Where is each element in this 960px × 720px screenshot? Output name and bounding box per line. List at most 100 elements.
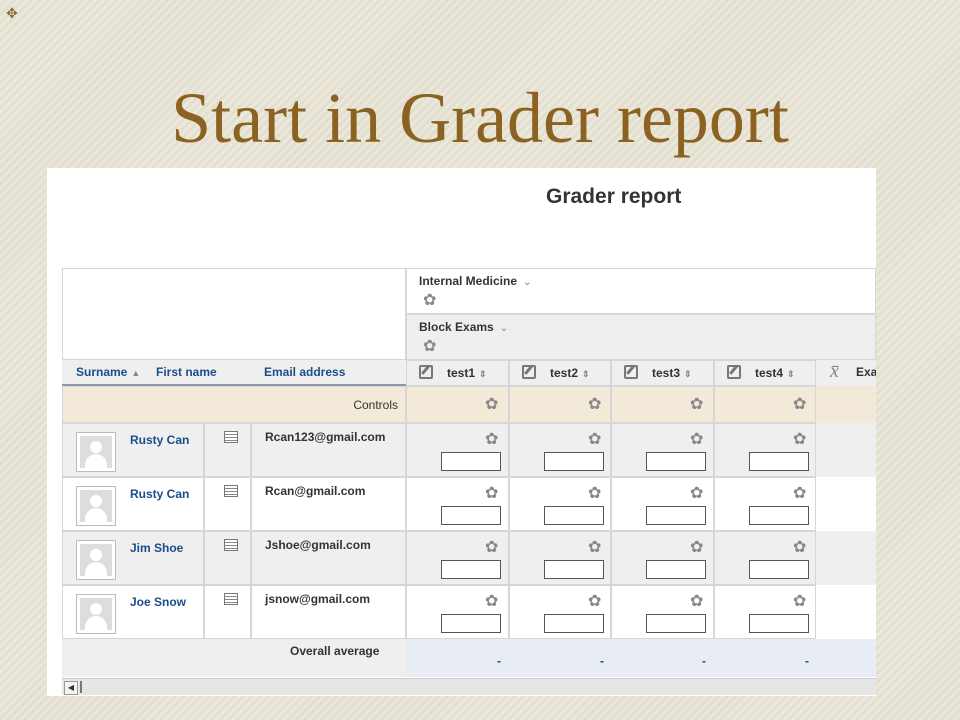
student-name-link[interactable]: Rusty Can [130,433,189,447]
edit-icon[interactable] [419,365,433,379]
gear-icon[interactable]: ✿ [588,397,601,413]
test-label[interactable]: test1 ⇕ [447,366,487,380]
controls-cell: ✿ [509,386,611,423]
grade-input[interactable] [544,560,604,579]
average-value: - [497,654,501,668]
grade-input[interactable] [544,506,604,525]
grade-input[interactable] [749,506,809,525]
gear-icon[interactable]: ✿ [793,432,806,448]
gear-icon[interactable]: ✿ [793,540,806,556]
grade-input[interactable] [441,452,501,471]
gear-icon[interactable]: ✿ [690,397,703,413]
gear-icon[interactable]: ✿ [485,594,498,610]
gear-icon[interactable]: ✿ [793,397,806,413]
gear-icon[interactable]: ✿ [588,540,601,556]
average-cell: - [509,639,611,677]
name-cell: Jim Shoe [62,531,204,585]
grade-cell: ✿ [509,531,611,585]
grade-cell: ✿ [406,477,509,531]
test-header[interactable]: test1 ⇕ [406,360,509,386]
edit-icon[interactable] [522,365,536,379]
test-label[interactable]: test4 ⇕ [755,366,795,380]
user-avatar-icon[interactable] [76,432,116,472]
user-avatar-icon[interactable] [76,486,116,526]
user-report-icon[interactable] [224,539,238,551]
gear-icon[interactable]: ✿ [485,486,498,502]
grade-input[interactable] [544,452,604,471]
gear-icon[interactable]: ✿ [423,339,436,355]
scroll-thumb[interactable] [80,681,82,693]
mean-icon: x̄ [830,360,839,382]
total-cell [816,477,876,531]
gear-icon[interactable]: ✿ [423,293,436,309]
grade-input[interactable] [646,452,706,471]
grade-input[interactable] [646,506,706,525]
gear-icon[interactable]: ✿ [485,540,498,556]
sort-icon[interactable]: ⇕ [684,369,692,379]
grade-input[interactable] [441,614,501,633]
gear-icon[interactable]: ✿ [588,486,601,502]
scroll-left-icon[interactable]: ◀ [64,681,78,695]
average-cell: - [611,639,714,677]
sort-firstname-link[interactable]: First name [156,365,217,379]
gear-icon[interactable]: ✿ [793,486,806,502]
test-header[interactable]: test3 ⇕ [611,360,714,386]
test-header[interactable]: test2 ⇕ [509,360,611,386]
chevron-down-icon[interactable]: ⌄ [500,323,508,334]
grade-input[interactable] [749,614,809,633]
edit-icon[interactable] [727,365,741,379]
test-label[interactable]: test2 ⇕ [550,366,590,380]
gear-icon[interactable]: ✿ [485,432,498,448]
grade-input[interactable] [441,560,501,579]
average-value: - [805,654,809,668]
total-header[interactable]: x̄ Exa [816,360,876,386]
gear-icon[interactable]: ✿ [588,594,601,610]
controls-cell: ✿ [611,386,714,423]
gear-icon[interactable]: ✿ [485,397,498,413]
user-report-icon[interactable] [224,431,238,443]
student-email: Jshoe@gmail.com [265,538,371,552]
gear-icon[interactable]: ✿ [690,540,703,556]
sort-icon[interactable]: ⇕ [479,369,487,379]
sort-icon[interactable]: ⇕ [787,369,795,379]
user-avatar-icon[interactable] [76,540,116,580]
controls-row-label-cell: Controls [62,386,406,423]
total-label[interactable]: Exa [856,365,876,379]
sort-surname-link[interactable]: Surname ▲ [76,365,140,379]
gear-icon[interactable]: ✿ [690,486,703,502]
gear-icon[interactable]: ✿ [690,594,703,610]
grade-input[interactable] [646,614,706,633]
student-email: jsnow@gmail.com [265,592,371,606]
total-cell [816,531,876,585]
grade-input[interactable] [749,560,809,579]
student-name-link[interactable]: Jim Shoe [130,541,183,555]
user-avatar-icon[interactable] [76,594,116,634]
test-label[interactable]: test3 ⇕ [652,366,692,380]
horizontal-scrollbar[interactable]: ◀ [62,678,876,695]
total-cell [816,585,876,639]
overall-average-label: Overall average [290,644,380,658]
student-name-link[interactable]: Rusty Can [130,487,189,501]
grade-cell: ✿ [406,423,509,477]
category-internal-medicine: Internal Medicine ⌄ ✿ [406,268,876,314]
gear-icon[interactable]: ✿ [690,432,703,448]
user-report-icon[interactable] [224,485,238,497]
grade-input[interactable] [646,560,706,579]
grade-input[interactable] [544,614,604,633]
report-cell [204,423,251,477]
sort-icon[interactable]: ⇕ [582,369,590,379]
average-value: - [600,654,604,668]
grade-input[interactable] [441,506,501,525]
user-report-icon[interactable] [224,593,238,605]
chevron-down-icon[interactable]: ⌄ [523,277,531,288]
gear-icon[interactable]: ✿ [793,594,806,610]
name-cell: Rusty Can [62,423,204,477]
gear-icon[interactable]: ✿ [588,432,601,448]
grade-input[interactable] [749,452,809,471]
email-cell: Rcan123@gmail.com [251,423,406,477]
grade-cell: ✿ [611,477,714,531]
edit-icon[interactable] [624,365,638,379]
sort-email-link[interactable]: Email address [264,365,345,379]
student-name-link[interactable]: Joe Snow [130,595,186,609]
test-header[interactable]: test4 ⇕ [714,360,816,386]
